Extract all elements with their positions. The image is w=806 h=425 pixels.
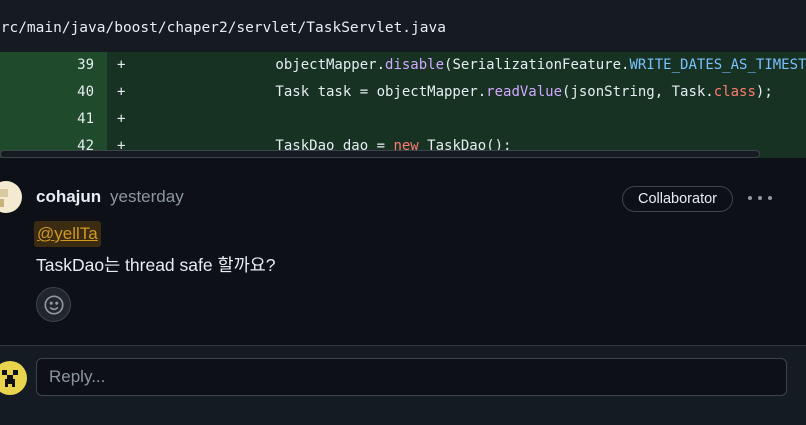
line-number[interactable]: 40: [77, 84, 94, 100]
comment-body: TaskDao는 thread safe 할까요?: [36, 255, 276, 275]
code-token: );: [755, 84, 773, 100]
collaborator-badge: Collaborator: [622, 186, 733, 212]
reply-area: [0, 345, 806, 425]
line-number[interactable]: 41: [77, 111, 94, 127]
diff-line: 41 +: [0, 106, 806, 133]
code-line: objectMapper.disable(SerializationFeatur…: [208, 57, 806, 73]
code-token: (SerializationFeature.: [444, 57, 630, 73]
code-token: (jsonString, Task.: [562, 84, 714, 100]
diff-line-gutter[interactable]: 41: [0, 106, 107, 133]
diff-added-marker: +: [117, 57, 126, 73]
comment-author[interactable]: cohajun: [36, 187, 101, 207]
diff-line-gutter[interactable]: 40: [0, 79, 107, 106]
comment-timestamp[interactable]: yesterday: [110, 187, 184, 207]
diff-view: 39 + objectMapper.disable(SerializationFe…: [0, 52, 806, 158]
diff-added-marker: +: [117, 111, 126, 127]
diff-line-background: [107, 106, 806, 133]
file-header: src/main/java/boost/chaper2/servlet/Task…: [0, 0, 806, 56]
code-token: class: [713, 84, 756, 100]
smiley-icon: [43, 294, 64, 315]
code-token: disable: [385, 57, 445, 73]
reply-input[interactable]: [36, 358, 787, 396]
code-token: Task task = objectMapper.: [208, 84, 487, 100]
diff-line-gutter[interactable]: 39: [0, 52, 107, 79]
current-user-avatar[interactable]: [0, 361, 27, 395]
line-number[interactable]: 39: [77, 57, 94, 73]
file-path[interactable]: src/main/java/boost/chaper2/servlet/Task…: [0, 20, 446, 36]
code-token: WRITE_DATES_AS_TIMESTAMPS: [629, 57, 806, 73]
code-line: Task task = objectMapper.readValue(jsonS…: [208, 84, 773, 100]
diff-line: 40 + Task task = objectMapper.readValue(j…: [0, 79, 806, 106]
add-reaction-button[interactable]: [36, 287, 71, 322]
user-mention-link[interactable]: @yellTa: [34, 221, 101, 247]
code-token: readValue: [486, 84, 563, 100]
diff-added-marker: +: [117, 84, 126, 100]
kebab-horizontal-icon[interactable]: [748, 187, 772, 209]
horizontal-scrollbar[interactable]: [0, 150, 760, 158]
diff-line: 39 + objectMapper.disable(SerializationFe…: [0, 52, 806, 79]
code-token: objectMapper.: [208, 57, 386, 73]
avatar[interactable]: [0, 181, 22, 213]
